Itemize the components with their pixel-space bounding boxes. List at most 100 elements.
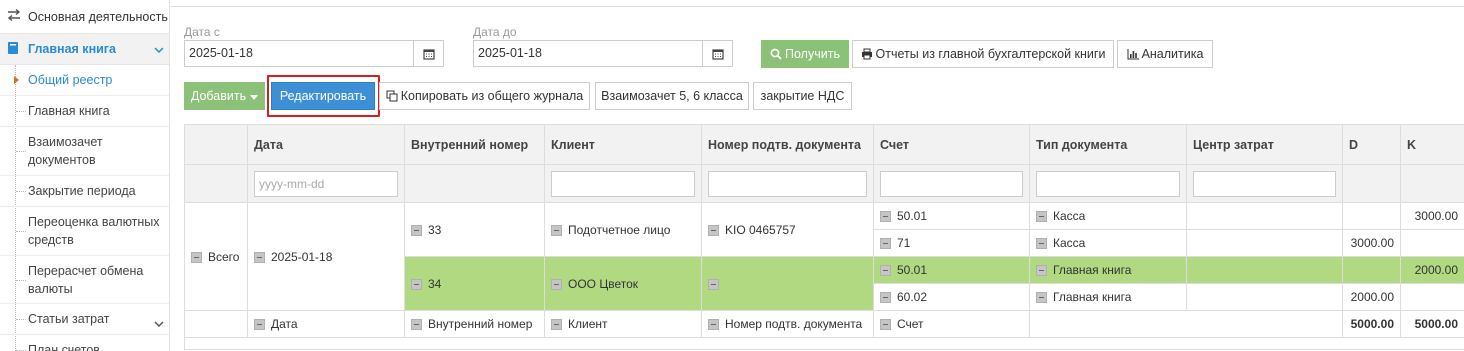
table-row[interactable]: Всего 2025-01-18 33 Подотчетное лицо KIO… — [184, 202, 1464, 311]
group-date-cell: 2025-01-18 — [247, 202, 405, 311]
collapse-icon[interactable] — [708, 224, 719, 236]
collapse-icon[interactable] — [1036, 292, 1047, 304]
doc-type-cell: Главная книга — [1029, 283, 1187, 311]
vat-closing-button[interactable]: закрытие НДС — [753, 82, 852, 110]
sidebar-item-document-offset[interactable]: Взаимозачет документов — [0, 127, 169, 176]
date-from-input[interactable]: 2025-01-18 — [185, 41, 413, 66]
footer-cell: Номер подтв. документа — [701, 310, 874, 338]
column-header-account[interactable]: Счет — [873, 124, 1030, 165]
table-spacer-row — [184, 337, 1464, 350]
search-icon — [770, 48, 782, 60]
column-header-internal-number[interactable]: Внутренний номер — [404, 124, 545, 165]
collapse-icon[interactable] — [880, 319, 891, 331]
collapse-icon[interactable] — [708, 278, 719, 290]
credit-cell: 2000.00 — [1400, 256, 1464, 284]
account-cell: 71 — [873, 229, 1030, 257]
column-header-cost-center[interactable]: Центр затрат — [1186, 124, 1343, 165]
sidebar-section-label: Главная книга — [28, 42, 116, 56]
sidebar-item-label: Главная книга — [28, 104, 110, 118]
collapse-icon[interactable] — [880, 238, 891, 250]
column-header-debit[interactable]: D — [1342, 124, 1401, 165]
main-content: Дата с 2025-01-18 Дата до 2025-01-18 Пол… — [171, 0, 1464, 351]
collapse-icon[interactable] — [1036, 238, 1047, 250]
column-header-client[interactable]: Клиент — [544, 124, 702, 165]
date-filter-input[interactable]: yyyy-mm-dd — [254, 170, 398, 197]
filter-cell — [701, 164, 874, 203]
account-cell: 50.01 — [873, 256, 1030, 284]
sidebar-section-general-ledger[interactable]: Главная книга — [0, 34, 169, 65]
collapse-icon[interactable] — [880, 292, 891, 304]
doc-number-cell — [701, 256, 874, 311]
debit-cell — [1342, 256, 1401, 284]
sidebar-item-label: Основная деятельность — [28, 9, 168, 24]
date-to-input[interactable]: 2025-01-18 — [474, 41, 702, 66]
collapse-icon[interactable] — [254, 319, 265, 331]
ledger-reports-button[interactable]: Отчеты из главной бухгалтерской книги — [852, 40, 1114, 68]
date-from-field[interactable]: 2025-01-18 — [184, 40, 444, 67]
sidebar-item-label: Перерасчет обмена валюты — [28, 263, 144, 296]
column-header-credit[interactable]: K — [1400, 124, 1464, 165]
date-to-label: Дата до — [473, 25, 517, 39]
tree-connector — [16, 151, 26, 152]
footer-account: Счет — [897, 317, 924, 331]
sidebar: Основная деятельность Главная книга Общи… — [0, 0, 170, 351]
column-header-doc-type[interactable]: Тип документа — [1029, 124, 1187, 165]
sidebar-item-exchange-recalc[interactable]: Перерасчет обмена валюты — [0, 256, 169, 304]
collapse-icon[interactable] — [551, 278, 562, 290]
collapse-icon[interactable] — [551, 224, 562, 236]
offset-class-button[interactable]: Взаимозачет 5, 6 класса — [595, 82, 749, 110]
account: 60.02 — [897, 290, 928, 304]
footer-cell: Клиент — [544, 310, 702, 338]
book-icon — [7, 41, 23, 58]
doc-type-filter-input[interactable] — [1036, 170, 1180, 197]
collapse-icon[interactable] — [191, 251, 202, 263]
column-header-date[interactable]: Дата — [247, 124, 405, 165]
column-header-doc-number[interactable]: Номер подтв. документа — [701, 124, 874, 165]
tree-connector — [16, 231, 26, 232]
collapse-icon[interactable] — [411, 278, 422, 290]
collapse-icon[interactable] — [880, 265, 891, 277]
analytics-button[interactable]: Аналитика — [1117, 40, 1213, 68]
sidebar-item-period-closing[interactable]: Закрытие периода — [0, 176, 169, 207]
calendar-icon[interactable] — [413, 41, 443, 66]
filter-cell: yyyy-mm-dd — [247, 164, 405, 203]
doc-type-cell: Касса — [1029, 202, 1187, 230]
sidebar-item-label: План счетов — [28, 343, 100, 351]
filter-cell — [1186, 164, 1343, 203]
sidebar-item-cost-items[interactable]: Статьи затрат — [0, 304, 169, 335]
account-filter-input[interactable] — [880, 170, 1023, 197]
account-cell: 60.02 — [873, 283, 1030, 311]
sidebar-item-general-ledger[interactable]: Главная книга — [0, 96, 169, 127]
collapse-icon[interactable] — [411, 319, 422, 331]
client-name: ООО Цветок — [568, 276, 639, 291]
collapse-icon[interactable] — [880, 211, 891, 223]
sidebar-item-general-register[interactable]: Общий реестр — [0, 65, 169, 96]
collapse-icon[interactable] — [411, 224, 422, 236]
collapse-icon[interactable] — [1036, 265, 1047, 277]
register-table: Дата Внутренний номер Клиент Номер подтв… — [184, 124, 1464, 350]
sidebar-item-currency-revaluation[interactable]: Переоценка валютных средств — [0, 207, 169, 256]
footer-number: Внутренний номер — [428, 317, 533, 331]
copy-from-journal-button[interactable]: Копировать из общего журнала — [379, 82, 590, 110]
collapse-icon[interactable] — [1036, 211, 1047, 223]
footer-doc-number: Номер подтв. документа — [725, 317, 863, 331]
sidebar-item-main-activity[interactable]: Основная деятельность — [0, 0, 169, 34]
collapse-icon[interactable] — [708, 319, 719, 331]
filter-row: yyyy-mm-dd — [184, 164, 1464, 203]
caret-right-icon — [14, 76, 19, 84]
get-button[interactable]: Получить — [761, 40, 849, 68]
group-label: Всего — [208, 249, 240, 264]
add-button[interactable]: Добавить — [184, 82, 265, 110]
calendar-icon[interactable] — [702, 41, 732, 66]
collapse-icon[interactable] — [254, 251, 265, 263]
edit-button[interactable]: Редактировать — [271, 82, 375, 110]
collapse-icon[interactable] — [551, 319, 562, 331]
client-filter-input[interactable] — [551, 170, 695, 197]
date-to-field[interactable]: 2025-01-18 — [473, 40, 733, 67]
doc-type-cell: Касса — [1029, 229, 1187, 257]
cost-center-filter-input[interactable] — [1193, 170, 1336, 197]
doc-number-filter-input[interactable] — [708, 170, 867, 197]
sidebar-item-chart-of-accounts[interactable]: План счетов — [0, 335, 169, 351]
debit-cell — [1342, 202, 1401, 230]
get-button-label: Получить — [785, 47, 840, 61]
